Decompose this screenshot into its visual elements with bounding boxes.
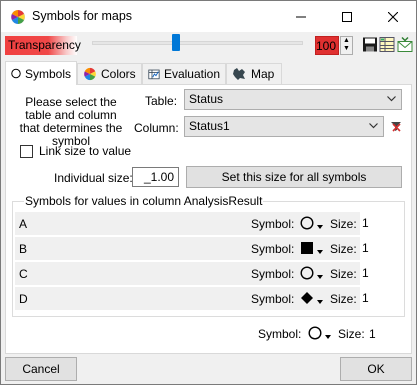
symbol-row-d: D Symbol: Size: 1 xyxy=(15,287,401,310)
size-input[interactable]: 1 xyxy=(360,287,401,310)
symbols-window: Symbols for maps Transparency 100 ▲ ▼ Sy… xyxy=(0,0,417,385)
tab-map-label: Map xyxy=(251,67,275,81)
size-label: Size: xyxy=(330,217,357,231)
minimize-button[interactable] xyxy=(278,1,324,32)
tab-evaluation[interactable]: Evaluation xyxy=(142,63,226,84)
instructions-text: Please select the table and column that … xyxy=(19,95,123,148)
cancel-button[interactable]: Cancel xyxy=(5,357,77,381)
transparency-slider-track[interactable] xyxy=(92,41,303,45)
column-label: Column: xyxy=(134,121,179,135)
link-size-checkbox[interactable] xyxy=(20,145,33,158)
symbol-row-c: C Symbol: Size: 1 xyxy=(15,262,401,285)
tab-map[interactable]: Map xyxy=(226,63,282,84)
link-size-label: Link size to value xyxy=(39,144,132,158)
size-label: Size: xyxy=(330,267,357,281)
transparency-spinner[interactable]: ▲ ▼ xyxy=(340,36,353,55)
color-wheel-icon xyxy=(84,67,96,81)
title-bar[interactable]: Symbols for maps xyxy=(1,1,416,32)
symbol-row-name: C xyxy=(19,267,28,281)
caret-down-icon xyxy=(325,334,332,339)
circle-open-icon xyxy=(300,266,314,280)
mail-icon[interactable] xyxy=(397,36,413,53)
table-label: Table: xyxy=(145,94,178,108)
symbol-picker[interactable] xyxy=(300,216,324,233)
symbol-label: Symbol: xyxy=(251,217,295,231)
symbol-row-name: D xyxy=(19,292,28,306)
tab-colors[interactable]: Colors xyxy=(77,63,142,84)
set-size-all-button[interactable]: Set this size for all symbols xyxy=(186,166,402,188)
symbol-row-name: B xyxy=(19,242,28,256)
minimize-icon xyxy=(296,16,306,17)
close-icon xyxy=(388,11,398,22)
column-combo-value: Status1 xyxy=(189,119,230,133)
default-size-label: Size: xyxy=(338,327,365,341)
symbol-row-name: A xyxy=(19,217,28,231)
table-combo-value: Status xyxy=(189,92,224,106)
size-input[interactable]: 1 xyxy=(360,262,401,285)
size-input[interactable]: 1 xyxy=(360,212,401,235)
window-title: Symbols for maps xyxy=(32,9,133,23)
symbol-picker[interactable] xyxy=(300,291,324,308)
chevron-down-icon xyxy=(387,96,396,102)
size-label: Size: xyxy=(330,292,357,306)
symbol-picker[interactable] xyxy=(300,266,324,283)
size-input[interactable]: 1 xyxy=(360,237,401,260)
diamond-filled-icon xyxy=(301,292,313,304)
clear-filter-icon[interactable] xyxy=(390,121,402,132)
tab-colors-label: Colors xyxy=(101,67,136,81)
default-symbol-label: Symbol: xyxy=(258,327,302,341)
maximize-button[interactable] xyxy=(324,1,370,32)
close-button[interactable] xyxy=(370,1,416,32)
spinner-up-icon[interactable]: ▲ xyxy=(341,37,352,45)
symbol-picker[interactable] xyxy=(300,241,324,258)
circle-open-icon xyxy=(300,216,314,230)
caret-down-icon xyxy=(317,274,324,279)
circle-icon xyxy=(11,68,21,79)
tab-evaluation-label: Evaluation xyxy=(163,67,220,81)
transparency-slider-thumb[interactable] xyxy=(172,34,180,51)
size-label: Size: xyxy=(330,242,357,256)
symbol-row-b: B Symbol: Size: 1 xyxy=(15,237,401,260)
symbol-label: Symbol: xyxy=(251,242,295,256)
transparency-label: Transparency xyxy=(5,36,81,55)
ok-button[interactable]: OK xyxy=(340,357,412,381)
individual-size-input[interactable]: _1.00 xyxy=(132,167,179,187)
color-wheel-icon xyxy=(11,10,25,24)
save-icon[interactable] xyxy=(362,36,378,53)
default-size-input[interactable]: 1 xyxy=(369,327,376,341)
table-combo[interactable]: Status xyxy=(184,89,402,110)
square-filled-icon xyxy=(301,242,313,254)
circle-open-icon xyxy=(308,326,322,340)
chevron-down-icon xyxy=(369,123,378,129)
default-symbol-picker[interactable] xyxy=(308,326,332,343)
maximize-icon xyxy=(342,11,352,22)
symbol-label: Symbol: xyxy=(251,267,295,281)
individual-size-label: Individual size: xyxy=(54,171,133,185)
symbol-row-a: A Symbol: Size: 1 xyxy=(15,212,401,235)
map-icon xyxy=(233,68,245,80)
table-icon[interactable] xyxy=(379,36,395,53)
tab-symbols-label: Symbols xyxy=(24,66,71,81)
symbol-label: Symbol: xyxy=(251,292,295,306)
transparency-value-input[interactable]: 100 xyxy=(315,36,339,55)
column-combo[interactable]: Status1 xyxy=(184,116,384,137)
symbols-group-title: Symbols for values in column AnalysisRes… xyxy=(24,194,264,208)
evaluation-icon xyxy=(148,69,160,80)
spinner-down-icon[interactable]: ▼ xyxy=(341,45,352,53)
caret-down-icon xyxy=(317,249,324,254)
caret-down-icon xyxy=(317,299,324,304)
caret-down-icon xyxy=(317,224,324,229)
tab-symbols[interactable]: Symbols xyxy=(5,61,77,85)
